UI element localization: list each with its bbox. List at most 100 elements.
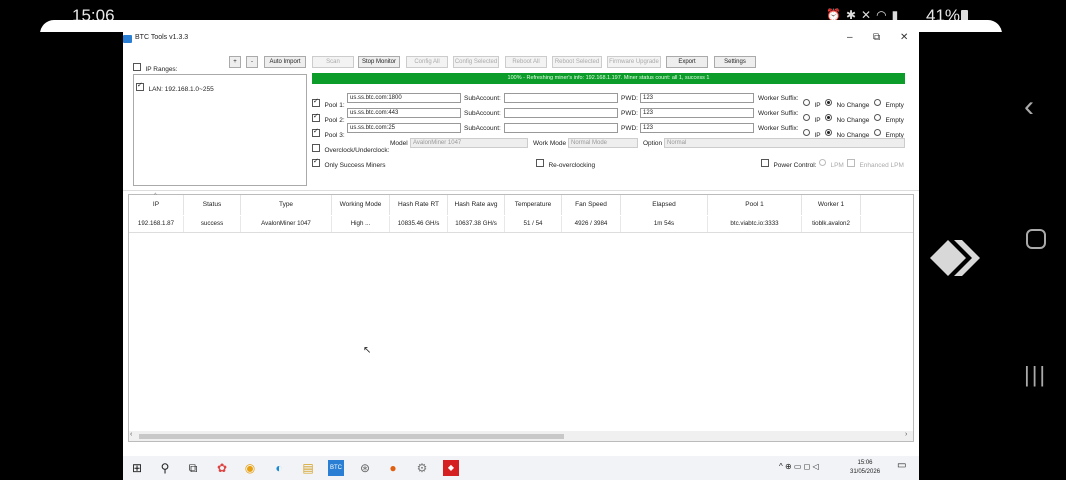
pool-3-suffix-empty-radio[interactable]	[874, 129, 881, 137]
table-cell[interactable]: 192.168.1.87	[129, 216, 184, 232]
config-all-button[interactable]: Config All	[406, 56, 448, 68]
overclock-checkbox[interactable]	[312, 143, 320, 152]
search-icon[interactable]: ⚲	[157, 460, 173, 476]
pool-2-url-input[interactable]: us.ss.btc.com:443	[347, 108, 461, 118]
pool-3-url-input[interactable]: us.ss.btc.com:25	[347, 123, 461, 133]
horizontal-scrollbar[interactable]: ‹ ›	[129, 431, 913, 441]
lan-range-checkbox[interactable]	[136, 81, 144, 91]
firmware-upgrade-button[interactable]: Firmware Upgrade	[607, 56, 661, 68]
notification-icon[interactable]: ▭	[897, 460, 906, 471]
power-control-checkbox[interactable]	[761, 158, 769, 167]
auto-import-button[interactable]: Auto Import	[264, 56, 306, 68]
pool-3-subaccount-input[interactable]	[504, 123, 618, 133]
column-header[interactable]: Fan Speed	[562, 195, 621, 215]
option-select[interactable]: Normal	[664, 138, 905, 148]
model-select[interactable]: AvalonMiner 1047	[410, 138, 528, 148]
app-icon-1[interactable]: ✿	[214, 460, 230, 476]
lpm-radio[interactable]	[819, 159, 826, 167]
table-cell[interactable]: 4926 / 3984	[562, 216, 621, 232]
pool-2-suffix-ip-radio[interactable]	[803, 114, 810, 122]
ip-range-list[interactable]: LAN: 192.168.1.0~255	[133, 74, 307, 186]
table-cell[interactable]: 51 / 54	[505, 216, 562, 232]
lan-range-item[interactable]: LAN: 192.168.1.0~255	[136, 78, 214, 96]
pool-2-subaccount-input[interactable]	[504, 108, 618, 118]
pool-2-checkbox[interactable]	[312, 112, 320, 122]
pool-2-suffix-nochange-radio[interactable]	[825, 114, 832, 122]
only-success-group[interactable]: Only Success Miners	[312, 154, 386, 172]
table-cell[interactable]: btc.viabtc.io:3333	[708, 216, 802, 232]
miners-table[interactable]: IP Status Type Working Mode Hash Rate RT Hash…	[128, 193, 914, 442]
reoverclocking-label: Re-overclocking	[548, 162, 596, 169]
column-header[interactable]: Hash Rate RT	[390, 195, 448, 215]
app-icon-2[interactable]: ⊛	[357, 460, 373, 476]
config-selected-button[interactable]: Config Selected	[453, 56, 499, 68]
pool-3-checkbox[interactable]	[312, 127, 320, 137]
pool-2-pwd-input[interactable]: 123	[640, 108, 754, 118]
taskbar-clock[interactable]: 15:06 31/05/2026	[850, 459, 880, 477]
edge-icon[interactable]: ◐	[271, 460, 287, 476]
column-header[interactable]: Pool 1	[708, 195, 802, 215]
pool-3-pwd-input[interactable]: 123	[640, 123, 754, 133]
back-icon[interactable]: ‹	[1024, 90, 1034, 124]
pool-1-url-input[interactable]: us.ss.btc.com:1800	[347, 93, 461, 103]
scroll-left-icon[interactable]: ‹	[130, 431, 132, 438]
scan-button[interactable]: Scan	[312, 56, 354, 68]
column-header[interactable]: Type	[241, 195, 332, 215]
lpm-group[interactable]: LPM	[819, 154, 844, 172]
pool-1-pwd-label: PWD:	[621, 95, 638, 102]
pool-2-suffix-empty-radio[interactable]	[874, 114, 881, 122]
work-mode-select[interactable]: Normal Mode	[568, 138, 638, 148]
pool-1-suffix-empty-radio[interactable]	[874, 99, 881, 107]
btc-tools-taskbar-icon[interactable]: BTC	[328, 460, 344, 476]
home-icon[interactable]	[1026, 229, 1046, 249]
pool-3-suffix-nochange-radio[interactable]	[825, 129, 832, 137]
column-header[interactable]: Worker 1	[802, 195, 861, 215]
file-explorer-icon[interactable]: ▤	[300, 460, 316, 476]
reboot-selected-button[interactable]: Reboot Selected	[552, 56, 602, 68]
table-cell[interactable]: 1m 54s	[621, 216, 708, 232]
recent-apps-icon[interactable]: |||	[1024, 362, 1047, 388]
reboot-all-button[interactable]: Reboot All	[505, 56, 547, 68]
settings-button[interactable]: Settings	[714, 56, 756, 68]
pool-1-checkbox[interactable]	[312, 97, 320, 107]
table-cell[interactable]: High ...	[332, 216, 390, 232]
table-cell[interactable]: success	[184, 216, 241, 232]
column-header[interactable]: Working Mode	[332, 195, 390, 215]
enhanced-lpm-group[interactable]: Enhanced LPM	[847, 154, 904, 172]
only-success-checkbox[interactable]	[312, 157, 320, 167]
add-range-button[interactable]: +	[229, 56, 241, 68]
app-icon-3[interactable]: ⚙	[414, 460, 430, 476]
horizontal-scroll-thumb[interactable]	[139, 434, 564, 439]
power-control-group[interactable]: Power Control:	[761, 154, 816, 172]
column-header[interactable]: Temperature	[505, 195, 562, 215]
pool-3-suffix-ip-radio[interactable]	[803, 129, 810, 137]
close-button[interactable]: ✕	[900, 32, 908, 43]
maximize-button[interactable]: ⧉	[873, 32, 880, 43]
minimize-button[interactable]: –	[847, 32, 853, 43]
reoverclocking-group[interactable]: Re-overclocking	[536, 154, 595, 172]
firefox-icon[interactable]: ●	[385, 460, 401, 476]
pool-1-subaccount-input[interactable]	[504, 93, 618, 103]
pool-1-suffix-nochange-radio[interactable]	[825, 99, 832, 107]
table-cell[interactable]: tioblk.avalon2	[802, 216, 861, 232]
anydesk-taskbar-icon[interactable]: ◆	[443, 460, 459, 476]
stop-monitor-button[interactable]: Stop Monitor	[358, 56, 400, 68]
scroll-right-icon[interactable]: ›	[905, 431, 907, 438]
column-header[interactable]: Status	[184, 195, 241, 215]
chrome-icon[interactable]: ◉	[242, 460, 258, 476]
reoverclocking-checkbox[interactable]	[536, 158, 544, 167]
table-cell[interactable]: 10835.46 GH/s	[390, 216, 448, 232]
column-header[interactable]: Elapsed	[621, 195, 708, 215]
pool-1-pwd-input[interactable]: 123	[640, 93, 754, 103]
export-button[interactable]: Export	[666, 56, 708, 68]
pool-1-suffix-ip-radio[interactable]	[803, 99, 810, 107]
ip-ranges-checkbox[interactable]	[133, 62, 141, 71]
remove-range-button[interactable]: -	[246, 56, 258, 68]
column-header[interactable]: Hash Rate avg	[448, 195, 505, 215]
task-view-icon[interactable]: ⧉	[185, 460, 201, 476]
table-cell[interactable]: 10637.38 GH/s	[448, 216, 505, 232]
enhanced-lpm-checkbox[interactable]	[847, 158, 855, 167]
tray-icons[interactable]: ^ ⊕ ▭ ◻ ◁	[779, 462, 819, 471]
start-icon[interactable]: ⊞	[129, 460, 145, 476]
table-cell[interactable]: AvalonMiner 1047	[241, 216, 332, 232]
